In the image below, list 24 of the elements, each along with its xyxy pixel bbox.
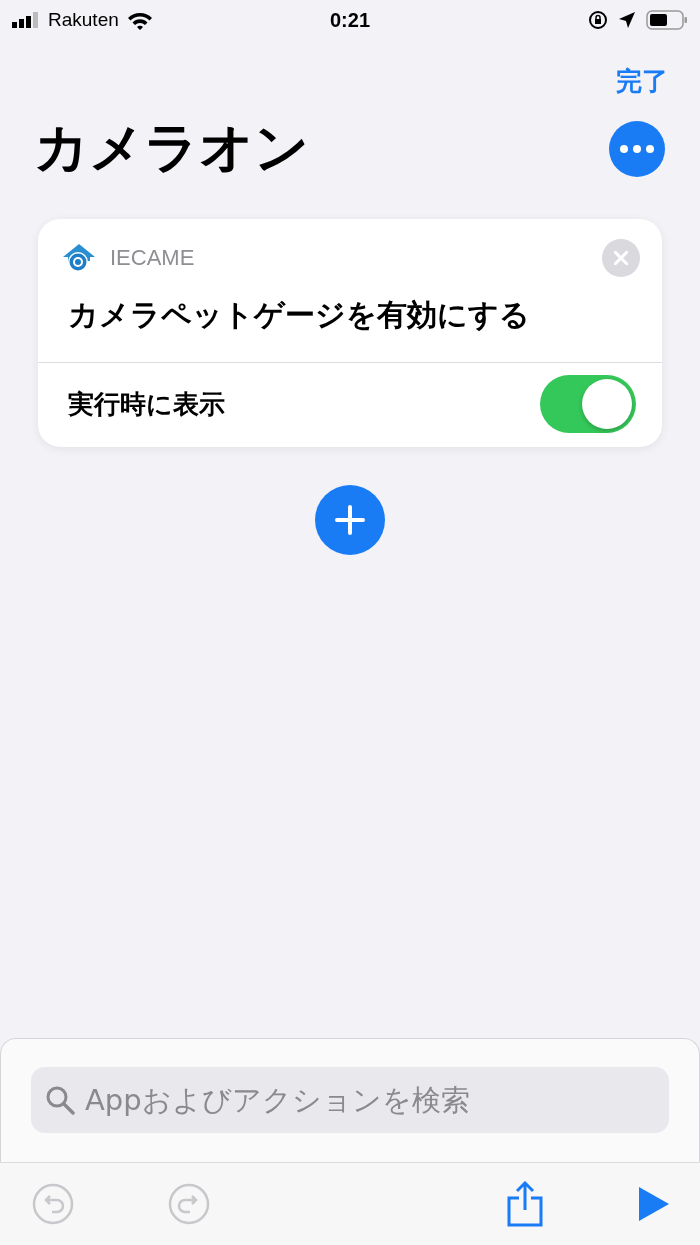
wifi-icon — [126, 10, 153, 30]
redo-icon — [168, 1183, 210, 1225]
toggle-switch[interactable] — [540, 375, 636, 433]
ellipsis-icon — [620, 144, 654, 153]
done-button[interactable]: 完了 — [616, 58, 668, 104]
close-icon — [614, 251, 628, 265]
app-name: IECAME — [110, 245, 196, 271]
run-button[interactable] — [638, 1186, 670, 1222]
share-button[interactable] — [506, 1181, 544, 1227]
signal-icon — [12, 12, 40, 28]
shortcut-title: カメラオン — [34, 115, 309, 181]
share-icon — [506, 1181, 544, 1227]
carrier-name: Rakuten — [48, 9, 119, 31]
camera-house-icon — [62, 243, 96, 273]
clock-time: 0:21 — [330, 8, 370, 32]
play-icon — [638, 1186, 670, 1222]
option-label: 実行時に表示 — [68, 387, 225, 421]
location-arrow-icon — [618, 11, 636, 29]
battery-icon — [646, 10, 688, 30]
undo-icon — [32, 1183, 74, 1225]
plus-icon — [335, 505, 365, 535]
search-field[interactable]: Appおよびアクションを検索 — [31, 1067, 669, 1133]
action-name: カメラペットゲージを有効にする — [67, 296, 531, 334]
rotation-lock-icon — [588, 10, 608, 30]
